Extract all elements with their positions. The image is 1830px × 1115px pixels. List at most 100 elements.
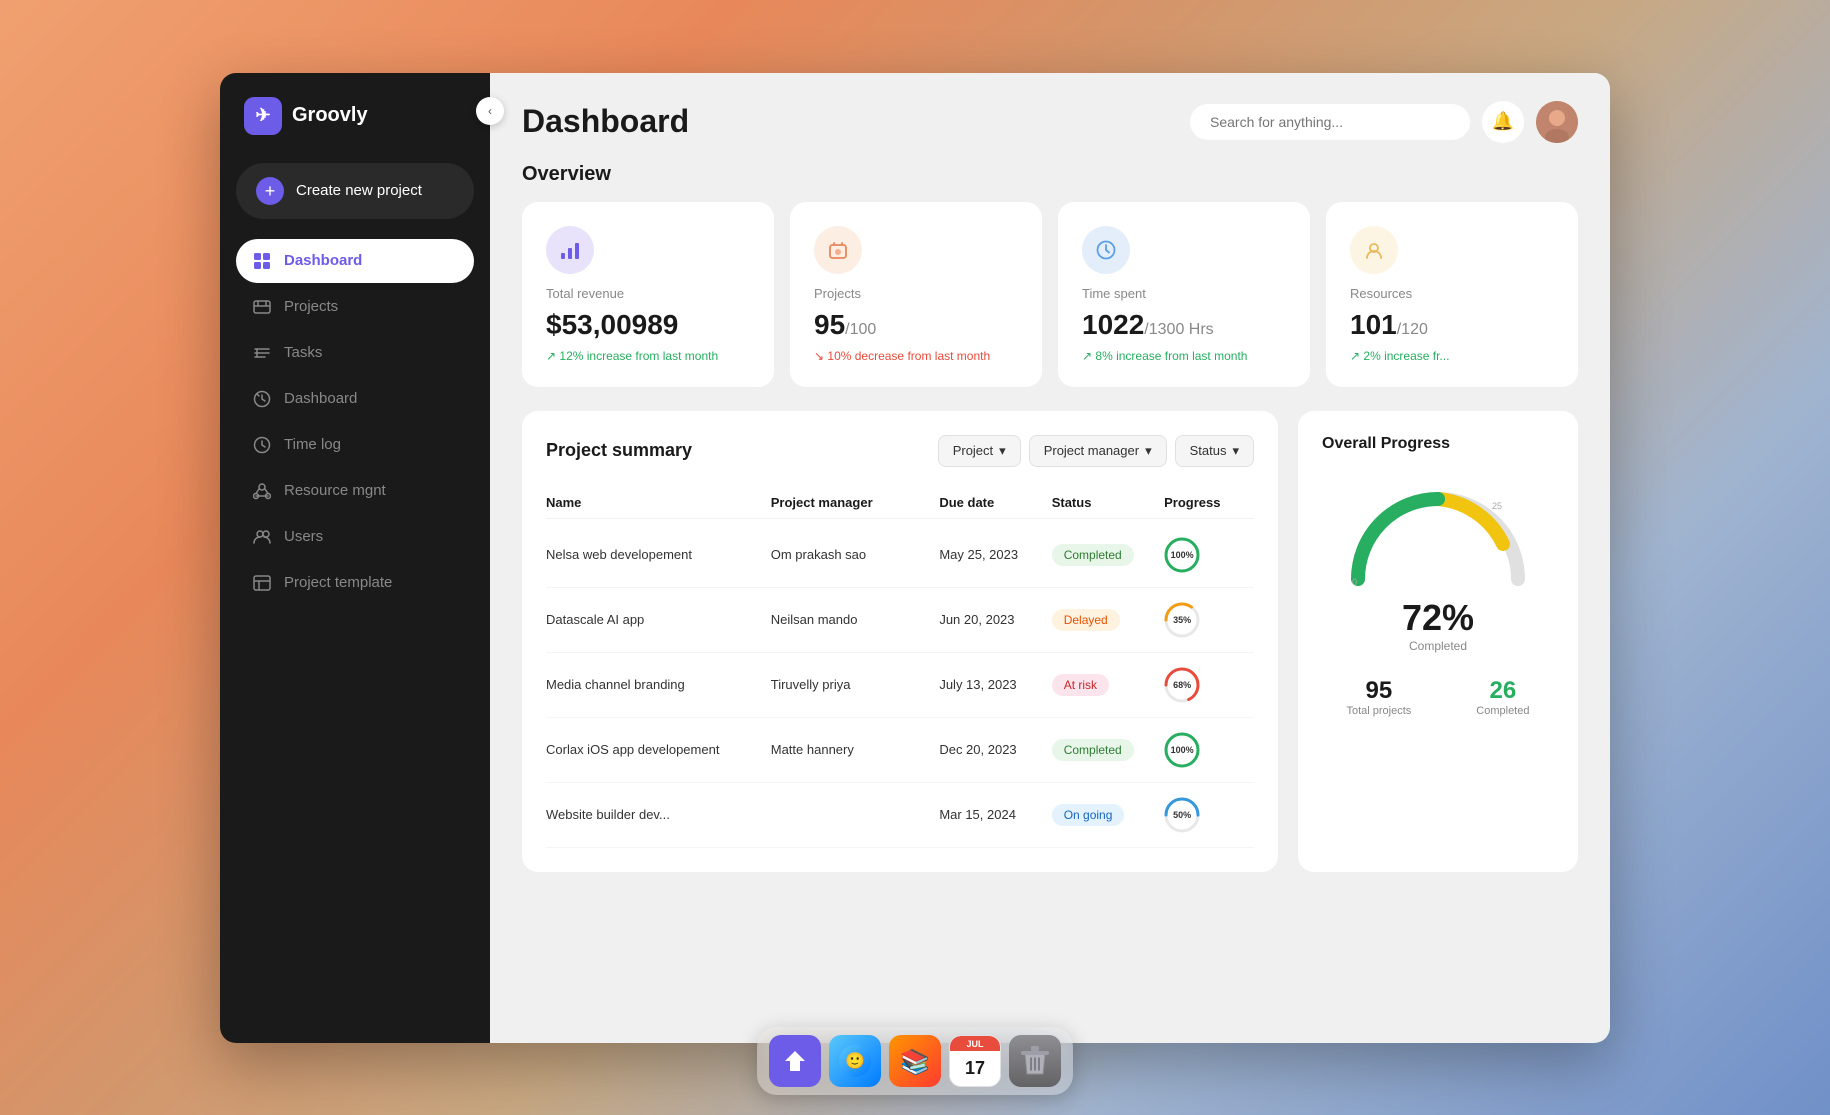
sidebar-item-tasks[interactable]: Tasks [236, 331, 474, 375]
stat-card-timespent: Time spent 1022/1300 Hrs ↗ 8% increase f… [1058, 202, 1310, 387]
progress-circle-0: 100% [1164, 537, 1200, 573]
col-header-project-manager: Project manager [771, 495, 940, 510]
project-filter-label: Project [953, 443, 993, 458]
sidebar-item-resourcemgnt[interactable]: Resource mgnt [236, 469, 474, 513]
nav-icon-tasks [252, 343, 272, 363]
nav-icon-users [252, 527, 272, 547]
nav-label-dashboard: Dashboard [284, 252, 362, 269]
logo-text: Groovly [292, 104, 368, 127]
sidebar-item-dashboard2[interactable]: Dashboard [236, 377, 474, 421]
table-header: NameProject managerDue dateStatusProgres… [546, 487, 1254, 519]
col-header-progress: Progress [1164, 495, 1254, 510]
dock-item-books[interactable]: 📚 [889, 1035, 941, 1087]
table-row: Corlax iOS app developement Matte hanner… [546, 718, 1254, 783]
stats-grid: Total revenue $53,00989 ↗ 12% increase f… [522, 202, 1578, 387]
header-right: 🔔 [1190, 101, 1578, 143]
progress-stats: 95 Total projects 26 Completed [1322, 677, 1554, 717]
stat-value-revenue: $53,00989 [546, 309, 750, 341]
sidebar-item-dashboard[interactable]: Dashboard [236, 239, 474, 283]
stat-label-projects: Projects [814, 286, 1018, 301]
project-summary-card: Project summary Project ▾ Project manager ▾… [522, 411, 1278, 872]
stat-icon-timespent [1082, 226, 1130, 274]
dock-item-calendar[interactable]: JUL17 [949, 1035, 1001, 1087]
row-name-3: Corlax iOS app developement [546, 742, 771, 757]
stat-value-timespent: 1022/1300 Hrs [1082, 309, 1286, 341]
completed-label: Completed [1476, 705, 1529, 717]
row-name-1: Datascale AI app [546, 612, 771, 627]
completed-value: 26 [1476, 677, 1529, 705]
plus-icon: + [256, 177, 284, 205]
dock-item-groovly[interactable] [769, 1035, 821, 1087]
nav-label-timelog: Time log [284, 436, 341, 453]
collapse-button[interactable]: ‹ [476, 97, 504, 125]
progress-circle-2: 68% [1164, 667, 1200, 703]
stat-change-resources: ↗ 2% increase fr... [1350, 349, 1554, 363]
app-window: ‹ ✈ Groovly + Create new project Dashboa… [220, 73, 1610, 1043]
row-status-1: Delayed [1052, 609, 1164, 631]
stat-label-revenue: Total revenue [546, 286, 750, 301]
status-badge-4: On going [1052, 804, 1125, 826]
row-date-1: Jun 20, 2023 [939, 612, 1051, 627]
project-filter-chevron: ▾ [999, 443, 1006, 459]
page-title: Dashboard [522, 103, 689, 140]
project-filter[interactable]: Project ▾ [938, 435, 1021, 467]
dock-item-finder[interactable]: 🙂 [829, 1035, 881, 1087]
gauge-container: 0 25 [1338, 469, 1538, 589]
nav-label-dashboard2: Dashboard [284, 390, 357, 407]
sidebar-item-timelog[interactable]: Time log [236, 423, 474, 467]
logo-icon: ✈ [244, 97, 282, 135]
nav-label-projects: Projects [284, 298, 338, 315]
col-header-due-date: Due date [939, 495, 1051, 510]
bottom-section: Project summary Project ▾ Project manager ▾… [522, 411, 1578, 872]
total-projects-value: 95 [1346, 677, 1411, 705]
filter-buttons: Project ▾ Project manager ▾ Status▾ [938, 435, 1254, 467]
sidebar-item-projects[interactable]: Projects [236, 285, 474, 329]
manager-filter-label: Project manager [1044, 443, 1139, 458]
overview-title: Overview [522, 163, 1578, 186]
nav-icon-projects [252, 297, 272, 317]
stat-value-resources: 101/120 [1350, 309, 1554, 341]
nav-icon-projecttemplate [252, 573, 272, 593]
manager-filter[interactable]: Project manager ▾ [1029, 435, 1167, 467]
gauge-svg: 0 25 [1338, 469, 1538, 589]
row-date-4: Mar 15, 2024 [939, 807, 1051, 822]
summary-title: Project summary [546, 440, 692, 461]
total-projects-label: Total projects [1346, 705, 1411, 717]
status-filter[interactable]: Status▾ [1175, 435, 1254, 467]
sidebar-item-projecttemplate[interactable]: Project template [236, 561, 474, 605]
create-project-button[interactable]: + Create new project [236, 163, 474, 219]
svg-text:25: 25 [1492, 501, 1502, 511]
content-area: Overview Total revenue $53,00989 ↗ 12% i… [490, 163, 1610, 1043]
stat-icon-projects [814, 226, 862, 274]
dock-item-trash[interactable] [1009, 1035, 1061, 1087]
nav-icon-dashboard2 [252, 389, 272, 409]
row-date-2: July 13, 2023 [939, 677, 1051, 692]
nav-label-tasks: Tasks [284, 344, 322, 361]
main-content: Dashboard 🔔 Overview Total revenue $53,0… [490, 73, 1610, 1043]
total-projects-stat: 95 Total projects [1346, 677, 1411, 717]
sidebar-item-users[interactable]: Users [236, 515, 474, 559]
stat-icon-revenue [546, 226, 594, 274]
svg-text:📚: 📚 [900, 1049, 930, 1076]
avatar [1536, 101, 1578, 143]
nav-label-users: Users [284, 528, 323, 545]
table-row: Datascale AI app Neilsan mando Jun 20, 2… [546, 588, 1254, 653]
stat-icon-resources [1350, 226, 1398, 274]
overall-progress-card: Overall Progress 0 25 [1298, 411, 1578, 872]
nav-list: Dashboard Projects Tasks Dashboard Time log R… [236, 239, 474, 607]
row-progress-2: 68% [1164, 667, 1254, 703]
gauge-percent: 72% [1402, 597, 1474, 639]
row-manager-2: Tiruvelly priya [771, 677, 940, 692]
sidebar: ‹ ✈ Groovly + Create new project Dashboa… [220, 73, 490, 1043]
search-input[interactable] [1190, 104, 1470, 140]
nav-icon-timelog [252, 435, 272, 455]
status-badge-1: Delayed [1052, 609, 1120, 631]
manager-filter-chevron: ▾ [1145, 443, 1152, 459]
overall-progress-title: Overall Progress [1322, 435, 1450, 453]
stat-card-projects: Projects 95/100 ↘ 10% decrease from last… [790, 202, 1042, 387]
logo: ✈ Groovly [236, 97, 474, 135]
progress-circle-1: 35% [1164, 602, 1200, 638]
table-body: Nelsa web developement Om prakash sao Ma… [546, 523, 1254, 848]
gauge-label: Completed [1409, 639, 1467, 653]
notification-button[interactable]: 🔔 [1482, 101, 1524, 143]
